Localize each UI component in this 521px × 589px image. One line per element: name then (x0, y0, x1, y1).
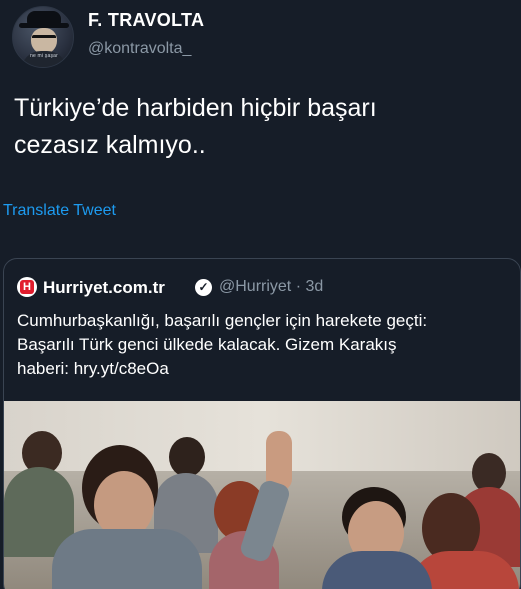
quoted-text-line-3: haberi: hry.yt/c8eOa (17, 359, 169, 378)
photo-student-body (52, 529, 202, 589)
quoted-tweet-header: H Hurriyet.com.tr ✓ @Hurriyet · 3d (17, 277, 517, 299)
photo-background-wall (4, 401, 520, 471)
author-display-name[interactable]: F. TRAVOLTA (88, 10, 204, 31)
hurriyet-logo-icon: H (17, 277, 37, 297)
quoted-author-name[interactable]: Hurriyet.com.tr (43, 278, 165, 298)
avatar-glasses (32, 35, 56, 41)
verified-badge-icon: ✓ (195, 279, 212, 296)
quoted-author-handle-time: @Hurriyet · 3d (219, 278, 324, 295)
quoted-text-line-1: Cumhurbaşkanlığı, başarılı gençler için … (17, 311, 428, 330)
avatar-caption: ne mi şaşar (29, 53, 59, 59)
quoted-tweet-card[interactable]: H Hurriyet.com.tr ✓ @Hurriyet · 3d Cumhu… (3, 258, 521, 589)
photo-person-head (169, 437, 205, 477)
tweet-text-line-2: cezasız kalmıyo.. (14, 131, 206, 159)
quoted-tweet-photo[interactable] (4, 401, 520, 589)
author-handle[interactable]: @kontravolta_ (88, 40, 191, 58)
tweet-text-line-1: Türkiye’de harbiden hiçbir başarı (14, 94, 377, 122)
tweet-text: Türkiye’de harbiden hiçbir başarı cezası… (14, 90, 504, 164)
quoted-text-line-2: Başarılı Türk genci ülkede kalacak. Gize… (17, 335, 397, 354)
translate-tweet-link[interactable]: Translate Tweet (3, 202, 116, 220)
avatar[interactable]: ne mi şaşar (12, 6, 74, 68)
hurriyet-logo-letter: H (20, 280, 34, 294)
quoted-tweet-text: Cumhurbaşkanlığı, başarılı gençler için … (17, 309, 512, 381)
photo-student-body (322, 551, 432, 589)
tweet: ne mi şaşar F. TRAVOLTA @kontravolta_ Tü… (0, 0, 521, 589)
